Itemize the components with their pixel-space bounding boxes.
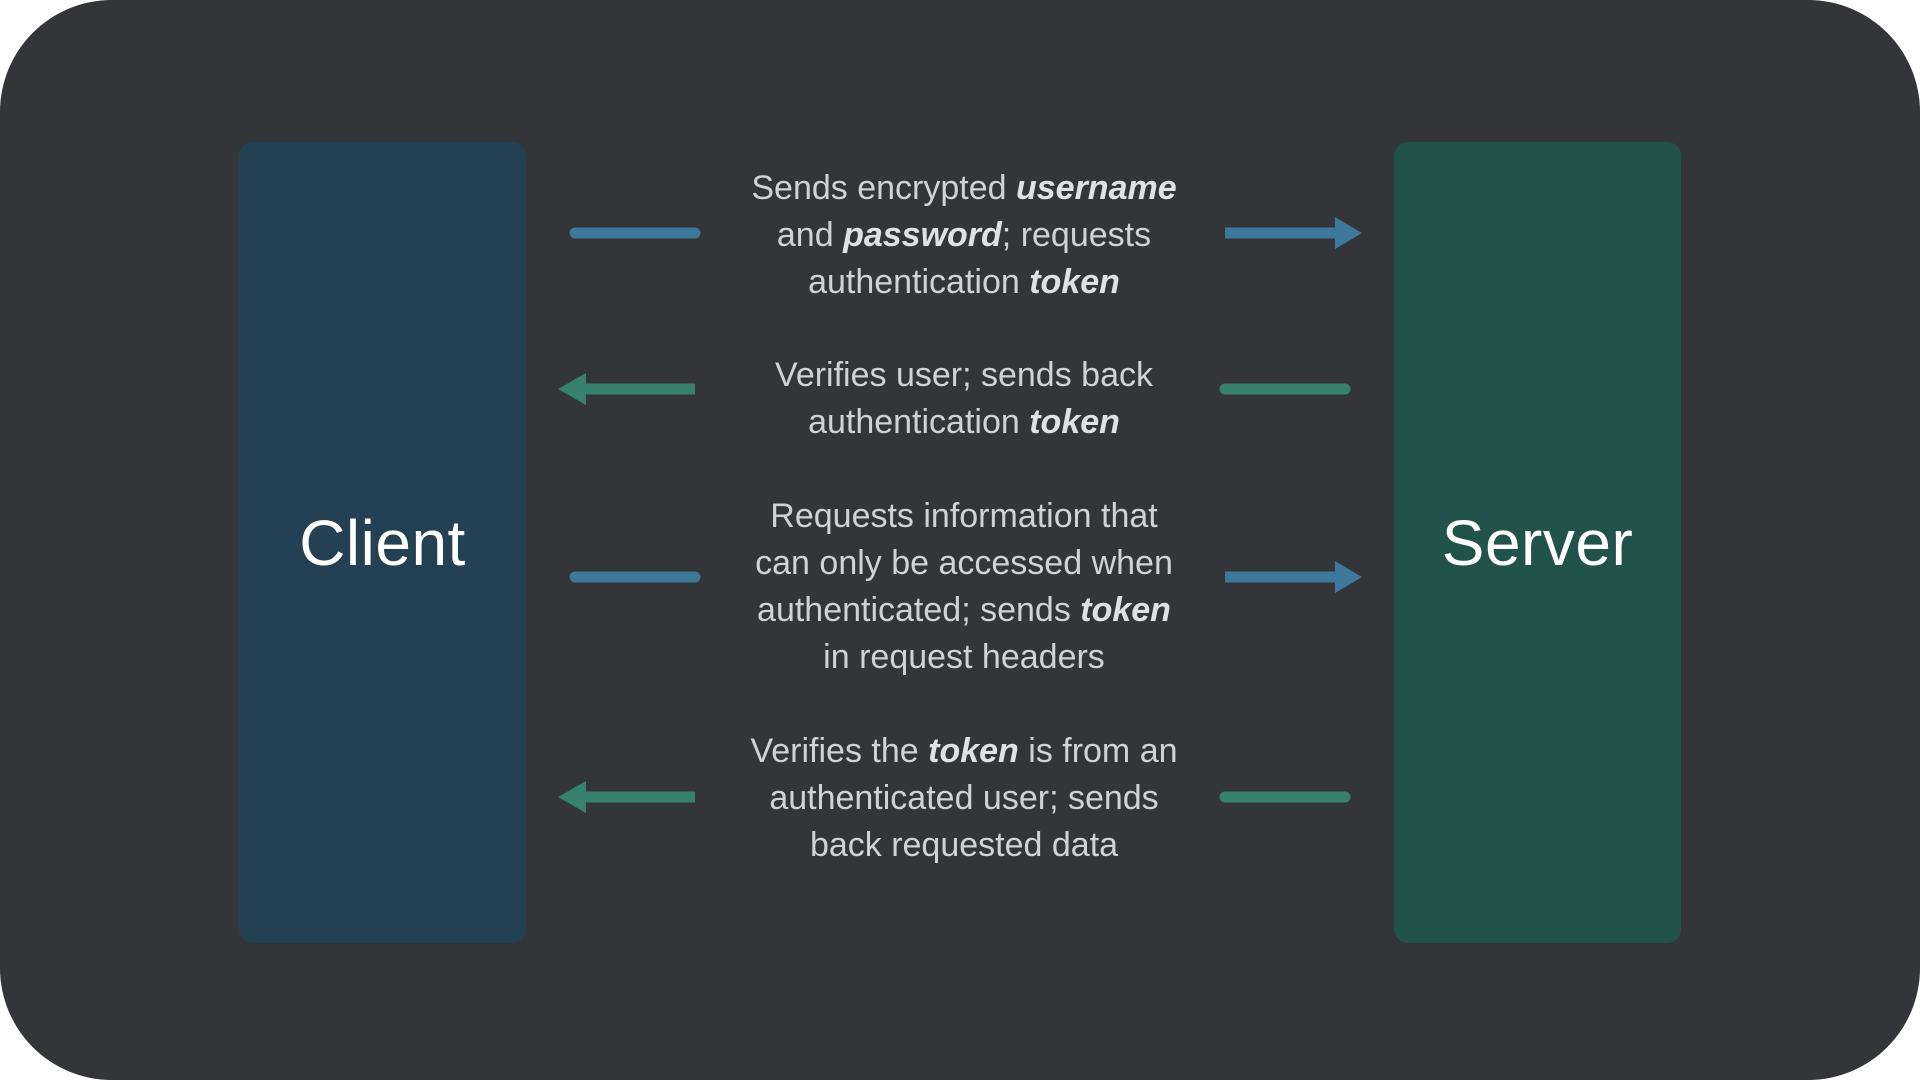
emphasized-term: token xyxy=(928,732,1019,770)
message-run: Verifies user; sends back xyxy=(775,356,1153,394)
message-line: Requests information that xyxy=(705,493,1223,540)
message-run: authenticated user; sends xyxy=(769,779,1159,817)
message-line: authentication token xyxy=(705,259,1223,306)
emphasized-term: username xyxy=(1015,169,1177,207)
emphasized-term: token xyxy=(1080,591,1171,629)
message-line: back requested data xyxy=(705,822,1223,869)
message-run: is from an xyxy=(1018,732,1178,770)
request-arrow-2-head xyxy=(1335,561,1362,593)
message-run: authentication xyxy=(808,263,1030,301)
message-3-text: Requests information that can only be acc… xyxy=(705,493,1223,681)
message-run: Verifies the xyxy=(750,732,929,770)
message-line: Sends encrypted username xyxy=(705,165,1223,212)
message-line: and password; requests xyxy=(705,212,1223,259)
message-run: back requested data xyxy=(809,826,1119,864)
message-line: authenticated; sends token xyxy=(705,587,1223,634)
message-run: Requests information that xyxy=(770,497,1158,535)
response-arrow-1-head xyxy=(558,373,586,405)
message-run: authentication xyxy=(808,403,1030,441)
emphasized-term: token xyxy=(1029,263,1120,301)
message-line: Verifies user; sends back xyxy=(705,352,1223,399)
message-run: can only be accessed when xyxy=(755,544,1173,582)
message-line: can only be accessed when xyxy=(705,540,1223,587)
emphasized-term: password xyxy=(843,216,1002,254)
message-run: and xyxy=(776,216,844,254)
request-arrow-1-head xyxy=(1335,217,1362,249)
response-arrow-2-head xyxy=(558,781,586,813)
message-line: authentication token xyxy=(705,399,1223,446)
message-2-text: Verifies user; sends back authentication … xyxy=(705,352,1223,446)
diagram-canvas: Client Server Sends encrypted username an… xyxy=(0,0,1920,1080)
message-line: Verifies the token is from an xyxy=(705,728,1223,775)
message-4-text: Verifies the token is from an authenticat… xyxy=(705,728,1223,869)
message-line: in request headers xyxy=(705,634,1223,681)
emphasized-term: token xyxy=(1029,403,1120,441)
message-run: in request headers xyxy=(823,638,1105,676)
message-run: Sends encrypted xyxy=(751,169,1016,207)
message-run: ; requests xyxy=(1001,216,1152,254)
message-line: authenticated user; sends xyxy=(705,775,1223,822)
message-1-text: Sends encrypted username and password; re… xyxy=(705,165,1223,306)
message-run: authenticated; sends xyxy=(757,591,1081,629)
